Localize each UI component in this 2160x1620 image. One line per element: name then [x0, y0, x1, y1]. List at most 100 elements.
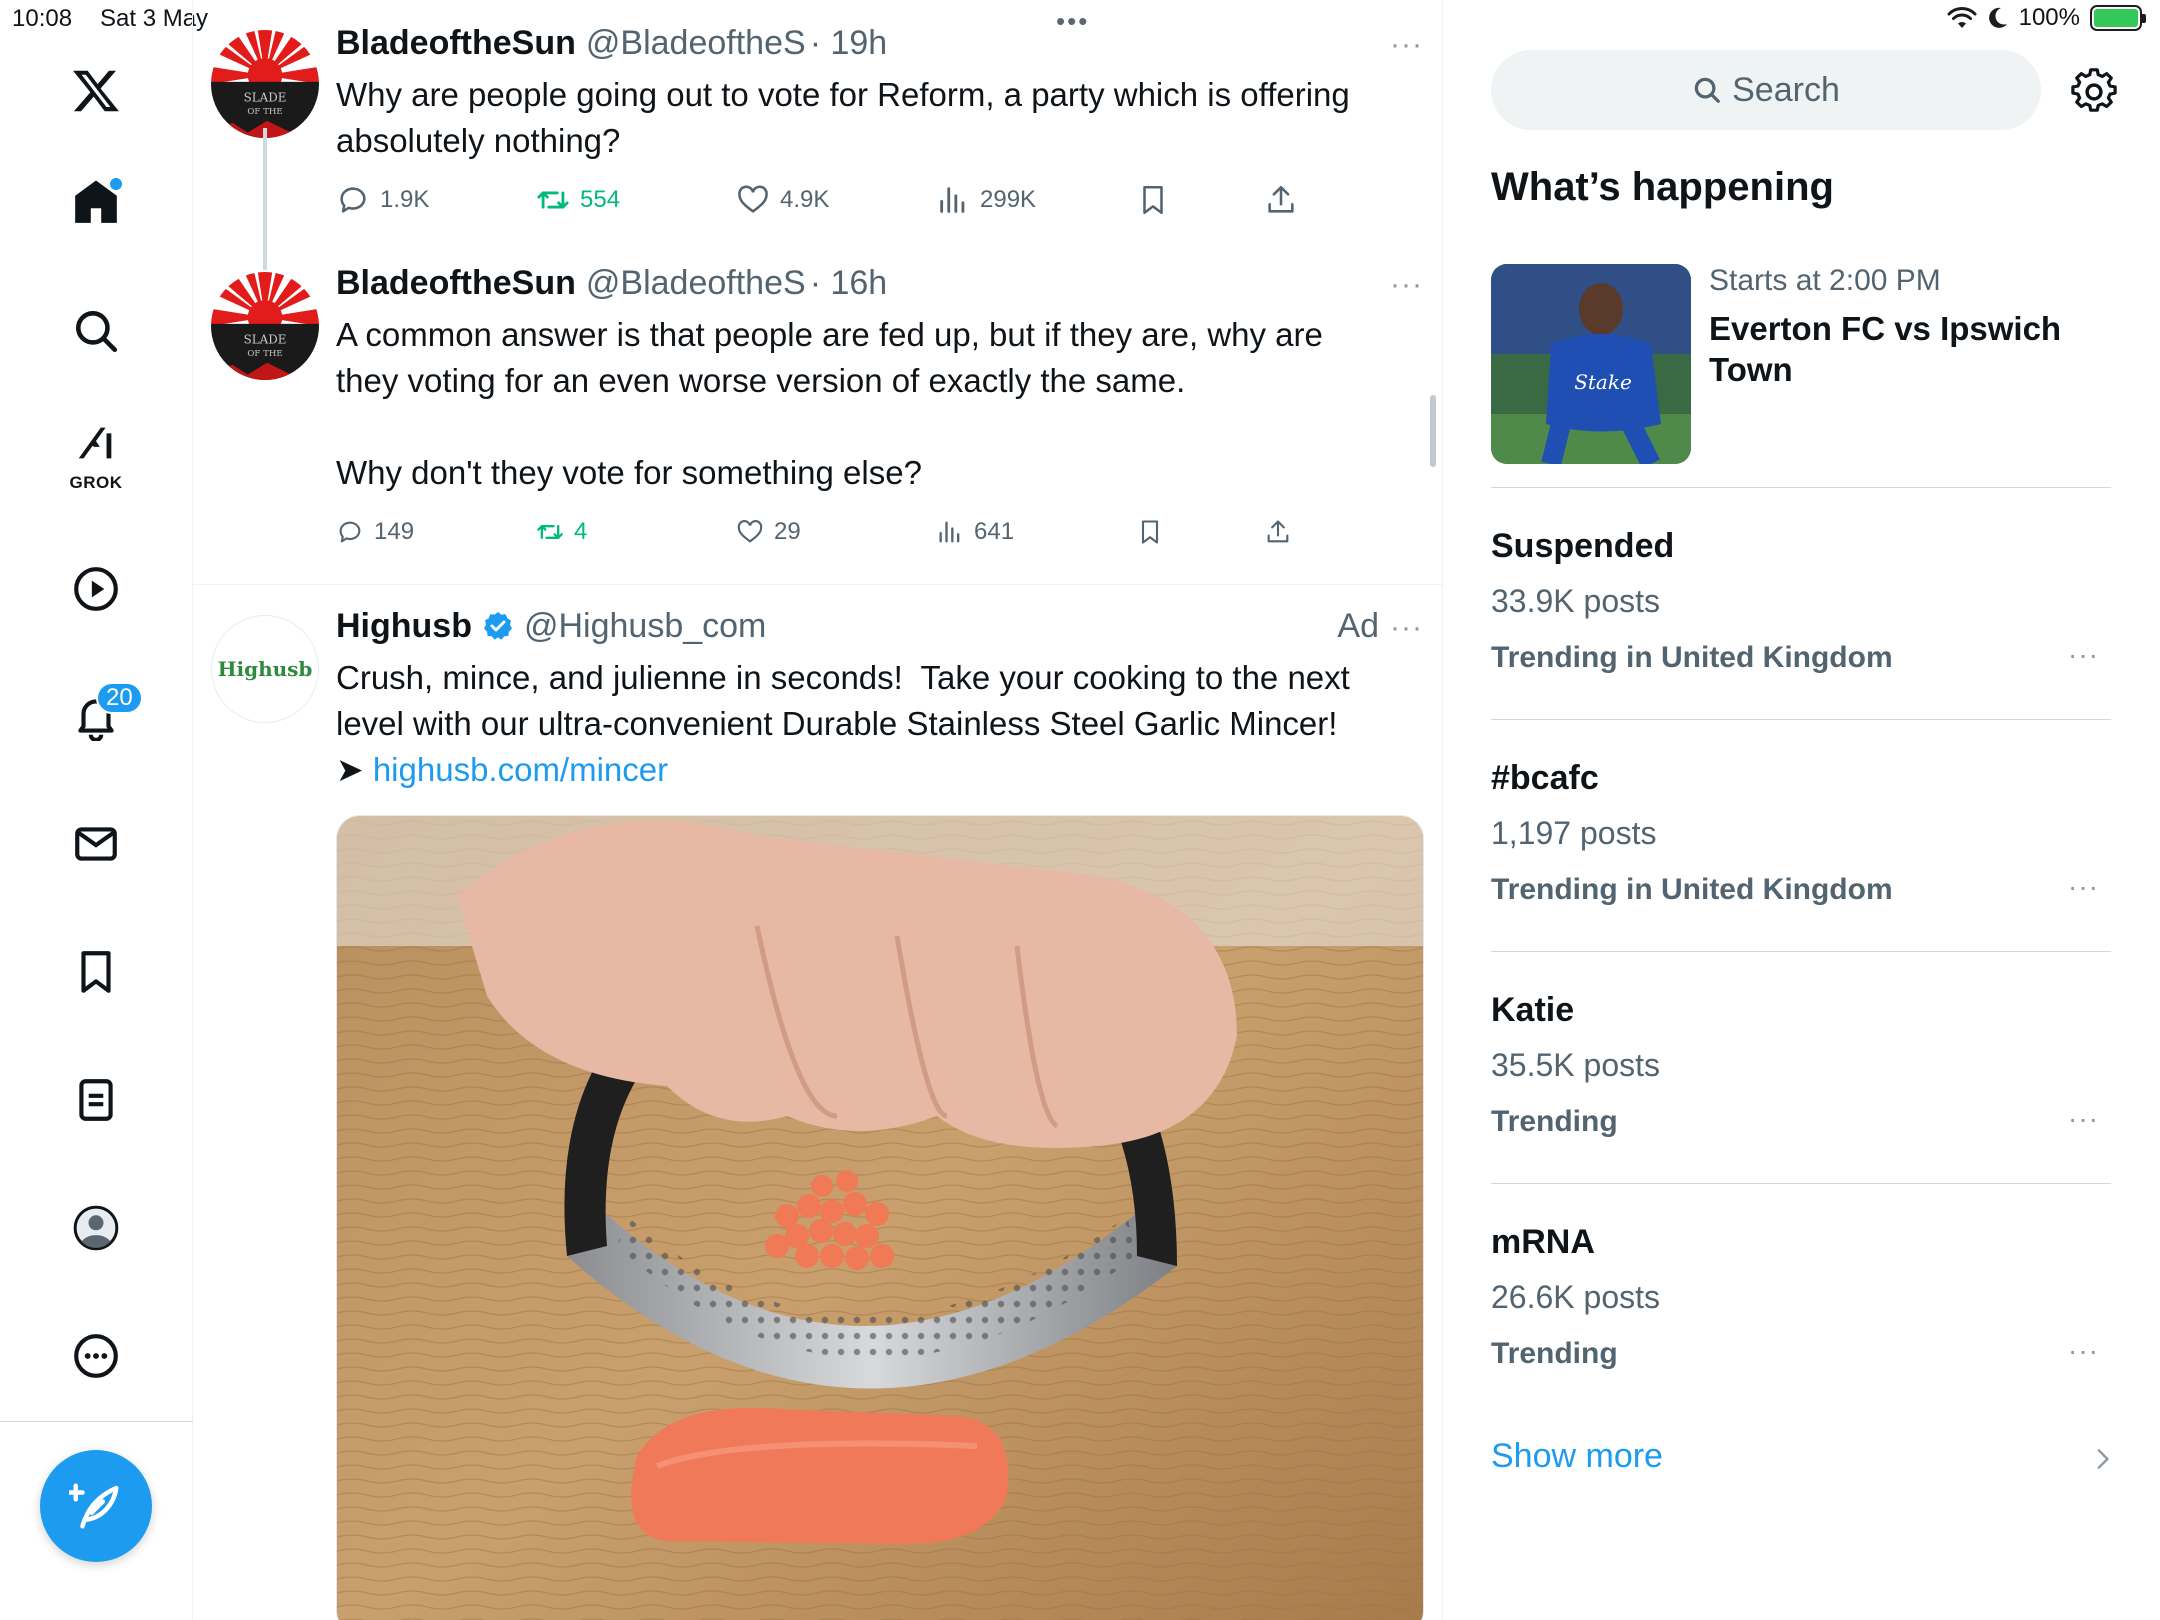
trend-item[interactable]: Suspended 33.9K posts Trending in United… — [1491, 527, 2111, 737]
divider — [1491, 951, 2111, 952]
author-name[interactable]: Highusb — [336, 607, 472, 646]
compose-button[interactable] — [40, 1450, 152, 1562]
tweet-more-button[interactable]: ··· — [1390, 268, 1423, 302]
trend-more-button[interactable]: ··· — [2068, 1103, 2099, 1135]
search-icon — [1694, 77, 1720, 103]
scrollbar-thumb[interactable] — [1430, 395, 1436, 467]
retweet-button[interactable]: 554 — [536, 183, 620, 217]
reply-button[interactable]: 1.9K — [336, 183, 429, 217]
tweet-header: Highusb @Highusb_com — [336, 607, 766, 646]
trend-context: Trending — [1491, 1337, 1618, 1370]
share-icon — [1267, 520, 1289, 543]
nav-profile[interactable] — [60, 1192, 132, 1264]
divider — [1491, 1183, 2111, 1184]
reply-icon — [339, 521, 361, 543]
tweet-header: BladeoftheSun @BladeoftheS · 16h — [336, 264, 887, 303]
grok-label: GROK — [69, 473, 123, 492]
trend-item[interactable]: Katie 35.5K posts Trending ··· — [1491, 991, 2111, 1201]
avatar[interactable]: SLADE OF THE — [211, 30, 319, 138]
like-count: 4.9K — [780, 186, 830, 213]
event-card[interactable]: Stake Starts at 2:00 PM Everton FC vs Ip… — [1491, 264, 2111, 464]
nav-video[interactable] — [60, 553, 132, 625]
retweet-count: 4 — [574, 518, 588, 545]
trend-post-count: 35.5K posts — [1491, 1047, 1660, 1083]
trend-name: mRNA — [1491, 1223, 1595, 1261]
show-more-link[interactable]: Show more — [1491, 1437, 1663, 1476]
reply-button[interactable]: 149 — [336, 518, 414, 546]
settings-gear-icon[interactable] — [2071, 68, 2117, 114]
divider — [1491, 487, 2111, 488]
nav-grok[interactable]: GROK — [60, 415, 132, 492]
trend-context: Trending — [1491, 1105, 1618, 1138]
trend-post-count: 26.6K posts — [1491, 1279, 1660, 1315]
nav-lists[interactable] — [60, 1064, 132, 1136]
tweet[interactable]: SLADE OF THE BladeoftheSun @BladeoftheS … — [193, 240, 1442, 584]
bookmark-icon — [1143, 185, 1163, 215]
home-unread-dot — [110, 178, 122, 190]
tweet-more-button[interactable]: ··· — [1390, 28, 1423, 62]
right-sidebar: Search What’s happening Stake Starts at … — [1443, 0, 2160, 1620]
svg-text:OF THE: OF THE — [247, 107, 282, 117]
ad-link[interactable]: highusb.com/mincer — [373, 751, 668, 788]
left-nav: GROK 20 — [0, 0, 193, 1620]
grok-icon — [78, 427, 112, 459]
like-button[interactable]: 4.9K — [736, 183, 829, 217]
nav-messages[interactable] — [60, 808, 132, 880]
author-handle[interactable]: @BladeoftheS — [586, 264, 806, 303]
views-icon — [940, 187, 965, 213]
bookmark-icon — [1141, 520, 1159, 544]
svg-text:Stake: Stake — [1574, 370, 1632, 394]
svg-text:SLADE: SLADE — [244, 90, 287, 104]
video-icon — [74, 567, 118, 611]
views-button[interactable]: 641 — [936, 518, 1014, 546]
tweet-time[interactable]: · 19h — [810, 24, 888, 63]
tweet[interactable]: SLADE OF THE BladeoftheSun @BladeoftheS … — [193, 0, 1442, 270]
nav-search[interactable] — [60, 295, 132, 367]
author-handle[interactable]: @BladeoftheS — [586, 24, 806, 63]
trend-more-button[interactable]: ··· — [2068, 1335, 2099, 1367]
bookmark-button[interactable] — [1136, 183, 1170, 217]
trend-item[interactable]: mRNA 26.6K posts Trending ··· — [1491, 1223, 2111, 1433]
nav-more[interactable] — [60, 1320, 132, 1392]
avatar[interactable]: Highusb — [211, 615, 319, 723]
bookmark-button[interactable] — [1136, 518, 1164, 546]
nav-bookmarks[interactable] — [60, 936, 132, 1008]
chevron-right-icon[interactable] — [2089, 1446, 2115, 1472]
share-icon — [1268, 185, 1294, 213]
tweet-more-button[interactable]: ··· — [1390, 611, 1423, 645]
views-button[interactable]: 299K — [936, 183, 1036, 217]
search-box[interactable]: Search — [1491, 50, 2041, 130]
avatar[interactable]: SLADE OF THE — [211, 272, 319, 380]
like-button[interactable]: 29 — [736, 518, 801, 546]
search-placeholder: Search — [1732, 70, 1840, 109]
share-button[interactable] — [1264, 518, 1292, 546]
retweet-button[interactable]: 4 — [536, 518, 587, 546]
author-name[interactable]: BladeoftheSun — [336, 264, 576, 303]
reply-count: 1.9K — [380, 186, 430, 213]
trend-post-count: 33.9K posts — [1491, 583, 1660, 619]
author-handle[interactable]: @Highusb_com — [524, 607, 766, 646]
author-name[interactable]: BladeoftheSun — [336, 24, 576, 63]
heart-icon — [738, 185, 768, 213]
like-count: 29 — [774, 518, 801, 545]
tweet-text: Crush, mince, and julienne in seconds! T… — [336, 655, 1386, 793]
trend-more-button[interactable]: ··· — [2068, 871, 2099, 903]
nav-home[interactable] — [60, 166, 132, 238]
profile-icon — [73, 1205, 119, 1251]
ad-body-text: Crush, mince, and julienne in seconds! T… — [336, 659, 1359, 742]
trend-more-button[interactable]: ··· — [2068, 639, 2099, 671]
tweet-actions: 1.9K 554 4.9K 299K — [336, 183, 1386, 223]
nav-divider — [0, 1421, 193, 1422]
event-title[interactable]: Everton FC vs Ipswich Town — [1709, 308, 2109, 390]
tweet-text: A common answer is that people are fed u… — [336, 316, 1323, 491]
x-logo-icon[interactable] — [60, 55, 132, 127]
share-button[interactable] — [1264, 183, 1298, 217]
timeline[interactable]: SLADE OF THE BladeoftheSun @BladeoftheS … — [193, 0, 1443, 1620]
ad-media-video[interactable] — [336, 815, 1424, 1620]
tweet-time[interactable]: · 16h — [810, 264, 888, 303]
svg-text:OF THE: OF THE — [247, 349, 282, 359]
verified-badge-icon — [482, 607, 514, 646]
trend-name: Katie — [1491, 991, 1575, 1029]
trend-item[interactable]: #bcafc 1,197 posts Trending in United Ki… — [1491, 759, 2111, 969]
nav-notifications[interactable]: 20 — [60, 680, 143, 752]
